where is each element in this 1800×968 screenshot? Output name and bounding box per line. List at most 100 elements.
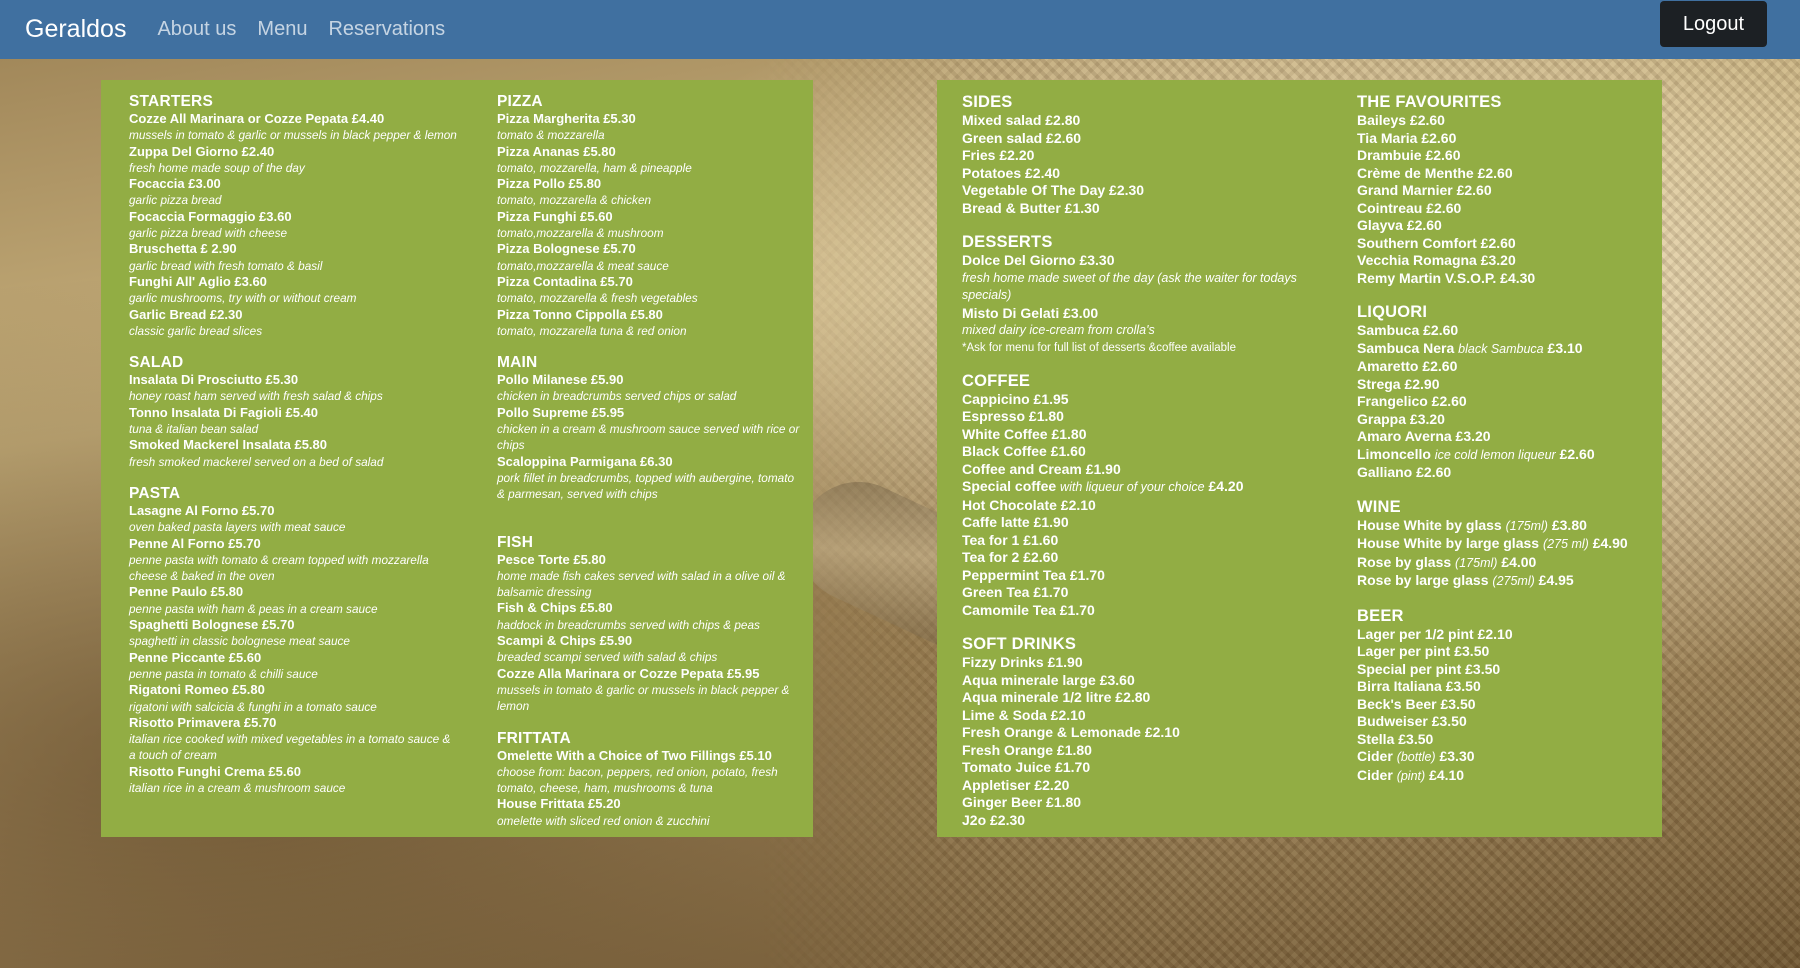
menu-item-name: Pizza Margherita £5.30: [497, 111, 636, 126]
food-menu-panel: STARTERS Cozze All Marinara or Cozze Pep…: [101, 80, 813, 837]
menu-item-name: Scampi & Chips £5.90: [497, 633, 633, 649]
menu-item-desc: spaghetti in classic bolognese meat sauc…: [129, 634, 350, 649]
menu-item-name: Pollo Supreme £5.95: [497, 404, 625, 420]
item-price: £4.20: [1208, 478, 1244, 494]
item-name: Limoncello: [1357, 445, 1431, 462]
menu-item-desc: breaded scampi served with salad & chips: [497, 650, 718, 665]
section-main: MAIN Pollo Milanese £5.90 chicken in bre…: [497, 353, 802, 502]
menu-item-name: Lager per 1/2 pint £2.10: [1357, 625, 1513, 642]
menu-item-name: Penne Al Forno £5.70: [129, 535, 261, 551]
item-price: £4.00: [1501, 553, 1537, 570]
menu-item-name: White Coffee £1.80: [962, 425, 1087, 442]
menu-item-name: Ginger Beer £1.80: [962, 794, 1082, 810]
section-sides: SIDES Mixed salad £2.80 Green salad £2.6…: [962, 92, 1332, 217]
food-column-2: PIZZA Pizza Margherita £5.30 tomato & mo…: [497, 92, 802, 843]
desserts-note: *Ask for menu for full list of desserts …: [962, 341, 1237, 354]
item-name: Rose by glass: [1357, 553, 1452, 570]
menu-item-name: Tea for 2 £2.60: [962, 549, 1059, 565]
item-size: (bottle): [1396, 750, 1436, 764]
menu-item-name: Appletiser £2.20: [962, 776, 1070, 793]
section-title: WINE: [1357, 497, 1401, 516]
nav-link-about[interactable]: About us: [157, 18, 236, 41]
menu-item-desc: penne pasta with ham & peas in a cream s…: [129, 601, 378, 616]
menu-item-name: Vegetable Of The Day £2.30: [962, 182, 1145, 198]
menu-item-wine: Rose by large glass (275ml) £4.95: [1357, 572, 1657, 591]
item-price: £4.10: [1429, 766, 1465, 783]
section-title: DESSERTS: [962, 233, 1053, 251]
brand-link[interactable]: Geraldos: [25, 15, 126, 44]
menu-item-desc: tuna & italian bean salad: [129, 422, 259, 437]
menu-item-desc: tomato & mozzarella: [497, 128, 605, 143]
menu-item-name: Lasagne Al Forno £5.70: [129, 502, 275, 518]
menu-item-name: Tomato Juice £1.70: [962, 759, 1091, 775]
menu-item-desc: oven baked pasta layers with meat sauce: [129, 520, 346, 535]
menu-item-desc: haddock in breadcrumbs served with chips…: [497, 617, 760, 632]
item-price: £2.60: [1559, 445, 1595, 462]
menu-item-name: Tia Maria £2.60: [1357, 129, 1457, 146]
section-favourites: THE FAVOURITES Baileys £2.60 Tia Maria £…: [1357, 92, 1657, 287]
item-price: £4.90: [1592, 535, 1628, 551]
menu-item-name: Remy Martin V.S.O.P. £4.30: [1357, 269, 1536, 286]
navbar: Geraldos About us Menu Reservations Logo…: [0, 0, 1800, 59]
menu-item-name: Strega £2.90: [1357, 375, 1440, 392]
menu-item-name: Spaghetti Bolognese £5.70: [129, 617, 295, 633]
drinks-menu-panel: SIDES Mixed salad £2.80 Green salad £2.6…: [937, 80, 1662, 837]
menu-item-name: Glayva £2.60: [1357, 217, 1442, 233]
section-pasta: PASTA Lasagne Al Forno £5.70 oven baked …: [129, 484, 459, 796]
item-price: £3.30: [1439, 748, 1475, 764]
menu-item-name: Aqua minerale large £3.60: [962, 671, 1135, 688]
menu-item-desc: fresh smoked mackerel served on a bed of…: [129, 454, 384, 469]
nav-link-reservations[interactable]: Reservations: [328, 18, 445, 41]
menu-item-desc: garlic bread with fresh tomato & basil: [129, 258, 323, 273]
item-name: House White by large glass: [1357, 535, 1540, 551]
menu-item-desc: garlic mushrooms, try with or without cr…: [129, 291, 357, 306]
section-desserts: DESSERTS Dolce Del Giorno £3.30 fresh ho…: [962, 232, 1332, 356]
menu-item-desc: penne pasta in tomato & chilli sauce: [129, 666, 318, 681]
menu-item-name: House Frittata £5.20: [497, 796, 621, 812]
menu-item-desc: tomato, mozzarella & chicken: [497, 193, 652, 208]
nav-link-menu[interactable]: Menu: [257, 18, 307, 41]
logout-button[interactable]: Logout: [1660, 1, 1767, 47]
menu-item-name: Drambuie £2.60: [1357, 147, 1461, 163]
menu-item-name: Black Coffee £1.60: [962, 443, 1086, 459]
menu-item-name: J2o £2.30: [962, 811, 1026, 828]
menu-item-name: Espresso £1.80: [962, 408, 1064, 424]
menu-item-name: Birra Italiana £3.50: [1357, 678, 1481, 694]
section-starters: STARTERS Cozze All Marinara or Cozze Pep…: [129, 92, 459, 339]
menu-item-desc: mussels in tomato & garlic or mussels in…: [129, 128, 457, 143]
section-title: LIQUORI: [1357, 303, 1428, 321]
section-beer: BEER Lager per 1/2 pint £2.10 Lager per …: [1357, 606, 1657, 786]
menu-item-sambuca-nera: Sambuca Nera black Sambuca £3.10: [1357, 340, 1657, 359]
menu-item-name: Pollo Milanese £5.90: [497, 372, 624, 388]
menu-item-desc: garlic pizza bread: [129, 193, 222, 208]
menu-item-name: Galliano £2.60: [1357, 464, 1452, 480]
section-soft-drinks: SOFT DRINKS Fizzy Drinks £1.90 Aqua mine…: [962, 634, 1332, 829]
menu-item-limoncello: Limoncello ice cold lemon liqueur £2.60: [1357, 446, 1657, 465]
menu-item-desc: home made fish cakes served with salad i…: [497, 568, 786, 600]
menu-item-name: Crème de Menthe £2.60: [1357, 164, 1513, 181]
menu-item-name: Pizza Pollo £5.80: [497, 176, 602, 192]
menu-item-name: Tonno Insalata Di Fagioli £5.40: [129, 404, 319, 420]
section-title: FRITTATA: [497, 729, 571, 747]
menu-item-name: Smoked Mackerel Insalata £5.80: [129, 437, 328, 453]
section-title: BEER: [1357, 606, 1404, 625]
menu-item-name: Aqua minerale 1/2 litre £2.80: [962, 689, 1151, 705]
item-size: (175ml): [1455, 555, 1498, 570]
menu-item-name: Penne Piccante £5.60: [129, 649, 262, 665]
menu-item-desc: choose from: bacon, peppers, red onion, …: [497, 764, 778, 796]
menu-item-name: Budweiser £3.50: [1357, 713, 1467, 729]
menu-item-desc: chicken in breadcrumbs served chips or s…: [497, 389, 737, 404]
item-desc: with liqueur of your choice: [1060, 480, 1205, 494]
menu-item-wine: Rose by glass (175ml) £4.00: [1357, 554, 1657, 573]
menu-item-name: Pesce Torte £5.80: [497, 551, 606, 567]
menu-item-name: Special per pint £3.50: [1357, 660, 1501, 677]
menu-item-name: Cozze Alla Marinara or Cozze Pepata £5.9…: [497, 665, 760, 681]
section-title: STARTERS: [129, 93, 213, 110]
menu-item-desc: mussels in tomato & garlic or mussels in…: [497, 682, 790, 714]
menu-item-name: Bruschetta £ 2.90: [129, 241, 237, 257]
menu-item-name: Fries £2.20: [962, 147, 1035, 163]
menu-item-name: Lager per pint £3.50: [1357, 643, 1490, 659]
menu-item-name: Vecchia Romagna £3.20: [1357, 252, 1516, 268]
menu-item-desc: chicken in a cream & mushroom sauce serv…: [497, 422, 800, 453]
menu-item-name: Cointreau £2.60: [1357, 199, 1462, 216]
